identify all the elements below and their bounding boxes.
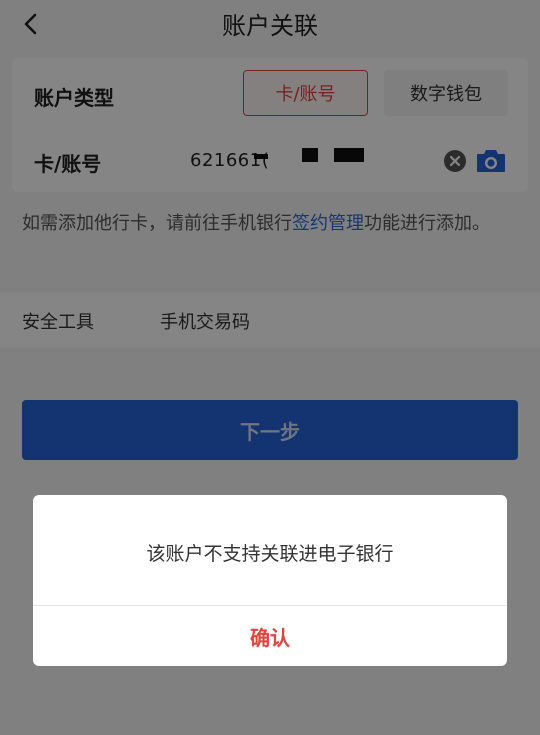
alert-dialog: 该账户不支持关联进电子银行 确认 — [33, 495, 507, 666]
dialog-message: 该账户不支持关联进电子银行 — [146, 543, 394, 565]
confirm-button[interactable]: 确认 — [33, 606, 507, 666]
